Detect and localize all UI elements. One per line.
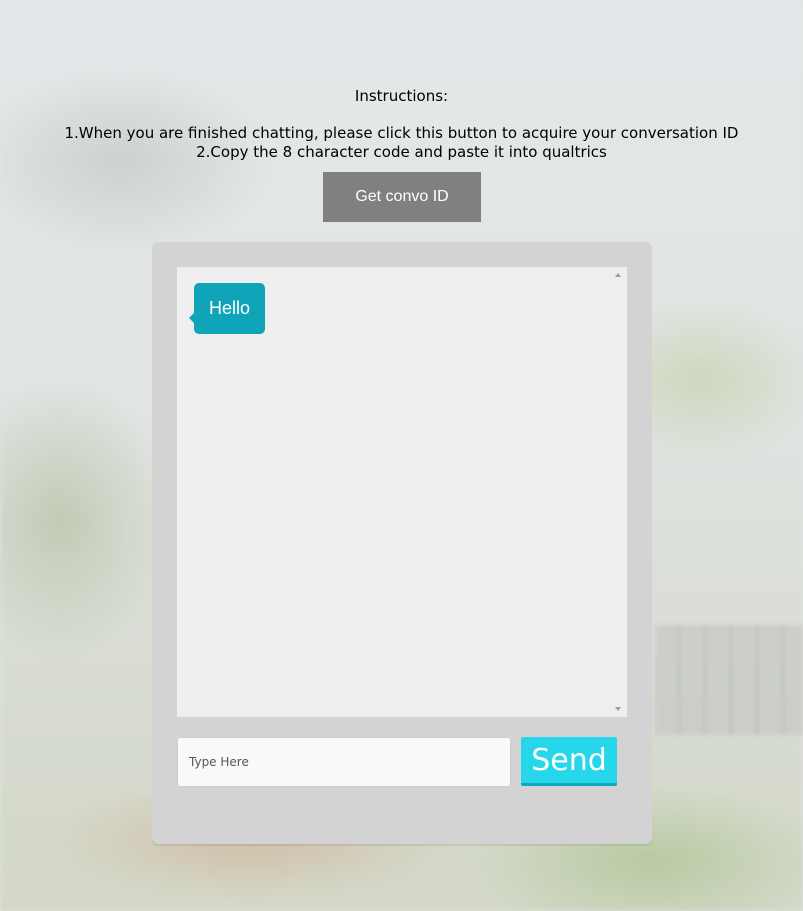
chat-scrollbar[interactable] [610,267,627,717]
instructions-step-1: 1.When you are finished chatting, please… [64,124,739,142]
background-building [655,625,803,735]
instructions-title: Instructions: [354,87,449,105]
instructions-step-2: 2.Copy the 8 character code and paste it… [196,143,607,161]
chat-panel: Hello Send [152,242,652,844]
chat-message-bubble: Hello [188,283,266,334]
send-button[interactable]: Send [521,737,617,786]
scroll-up-arrow-icon[interactable] [615,273,621,277]
scroll-down-arrow-icon[interactable] [615,707,621,711]
get-convo-id-button[interactable]: Get convo ID [323,172,481,222]
chat-messages-area[interactable]: Hello [177,267,627,717]
message-input[interactable] [177,737,511,787]
